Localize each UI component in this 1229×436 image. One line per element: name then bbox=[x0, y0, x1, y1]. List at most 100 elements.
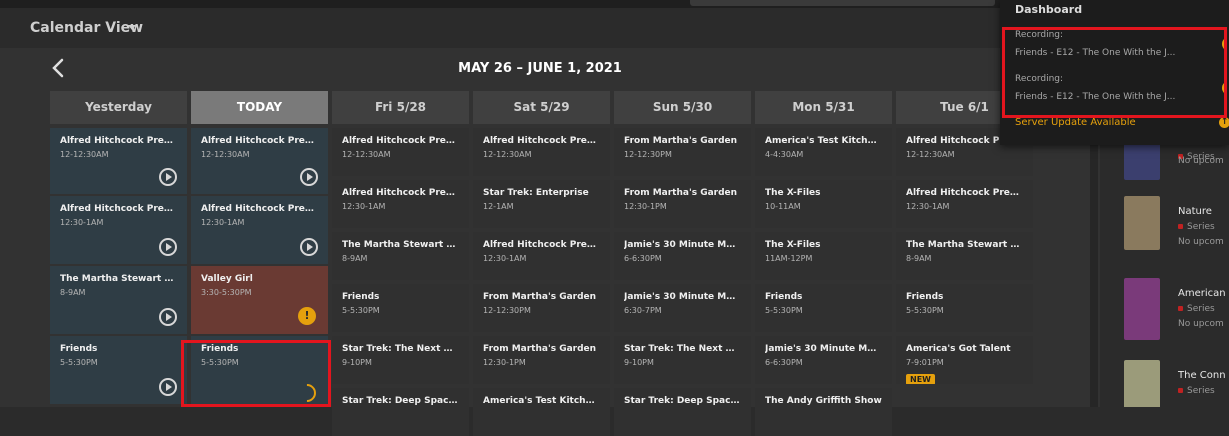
arrow-up-icon[interactable]: ↑ bbox=[1219, 117, 1229, 128]
program-title: From Martha's Garden bbox=[624, 188, 738, 198]
program-title: Alfred Hitchcock Presen... bbox=[342, 136, 459, 146]
day-header: Sat 5/29 bbox=[473, 91, 610, 124]
program-time: 6-6:30PM bbox=[624, 254, 662, 263]
program-cell[interactable]: Alfred Hitchcock Presen... 12:30-1AM bbox=[191, 196, 328, 264]
program-title: Jamie's 30 Minute Meals bbox=[624, 240, 741, 250]
program-cell[interactable]: America's Test Kitchen ... 4-4:30AM bbox=[755, 128, 892, 176]
search-bar[interactable] bbox=[690, 0, 995, 6]
poster-thumbnail bbox=[1124, 360, 1160, 407]
program-cell[interactable]: Star Trek: The Next Gen... 9-10PM bbox=[332, 336, 469, 384]
view-selector[interactable]: Calendar View bbox=[30, 20, 143, 36]
program-title: The Martha Stewart Sh... bbox=[342, 240, 459, 250]
program-cell[interactable]: America's Test Kitchen ... bbox=[473, 388, 610, 436]
list-item[interactable]: American Series No upcom bbox=[1104, 278, 1229, 358]
chevron-left-icon[interactable] bbox=[50, 58, 66, 78]
play-icon[interactable] bbox=[159, 238, 177, 256]
play-icon[interactable] bbox=[300, 168, 318, 186]
chevron-down-icon[interactable] bbox=[128, 25, 136, 30]
program-cell[interactable]: Friends 5-5:30PM bbox=[332, 284, 469, 332]
program-time: 12:30-1AM bbox=[483, 254, 527, 263]
program-time: 12:30-1PM bbox=[483, 358, 526, 367]
program-time: 12-12:30AM bbox=[60, 150, 109, 159]
program-title: America's Got Talent bbox=[906, 344, 1011, 354]
program-title: Alfred Hitchcock Presen... bbox=[201, 136, 318, 146]
program-cell[interactable]: America's Got Talent 7-9:01PM NEW bbox=[896, 336, 1033, 384]
program-time: 12-12:30AM bbox=[483, 150, 532, 159]
program-cell[interactable]: Alfred Hitchcock Presen... 12-12:30AM bbox=[473, 128, 610, 176]
program-time: 12-1AM bbox=[483, 202, 514, 211]
program-cell[interactable]: Alfred Hitchcock Presen... 12-12:30AM bbox=[50, 128, 187, 194]
item-type: Series bbox=[1178, 386, 1215, 396]
program-title: Friends bbox=[60, 344, 98, 354]
program-time: 12:30-1AM bbox=[60, 218, 104, 227]
program-cell[interactable]: Star Trek: Enterprise 12-1AM bbox=[473, 180, 610, 228]
program-title: Alfred Hitchcock Presen... bbox=[483, 240, 600, 250]
program-time: 12-12:30AM bbox=[201, 150, 250, 159]
program-cell[interactable]: Alfred Hitchcock Presen... 12:30-1AM bbox=[473, 232, 610, 280]
program-cell[interactable]: Friends 5-5:30PM bbox=[896, 284, 1033, 332]
program-cell[interactable]: Star Trek: The Next Gen... 9-10PM bbox=[614, 336, 751, 384]
program-cell[interactable]: Star Trek: Deep Space N... bbox=[332, 388, 469, 436]
program-time: 9-10PM bbox=[342, 358, 372, 367]
program-cell[interactable]: The Martha Stewart Sh... 8-9AM bbox=[896, 232, 1033, 280]
program-time: 9-10PM bbox=[624, 358, 654, 367]
program-cell[interactable]: Alfred Hitchcock Presen... 12-12:30AM bbox=[191, 128, 328, 194]
program-cell[interactable]: Jamie's 30 Minute Meals 6:30-7PM bbox=[614, 284, 751, 332]
program-cell[interactable]: The X-Files 11AM-12PM bbox=[755, 232, 892, 280]
program-cell[interactable]: Star Trek: Deep Space N... bbox=[614, 388, 751, 436]
program-time: 8-9AM bbox=[342, 254, 368, 263]
program-title: Alfred Hitchcock Presen... bbox=[201, 204, 318, 214]
program-time: 11AM-12PM bbox=[765, 254, 813, 263]
program-cell[interactable]: Alfred Hitchcock Presen... 12-12:30AM bbox=[332, 128, 469, 176]
program-cell[interactable]: The X-Files 10-11AM bbox=[755, 180, 892, 228]
day-header: Sun 5/30 bbox=[614, 91, 751, 124]
program-title: Friends bbox=[906, 292, 944, 302]
list-item[interactable]: The Conn Series bbox=[1104, 360, 1229, 407]
program-cell[interactable]: From Martha's Garden 12:30-1PM bbox=[614, 180, 751, 228]
program-title: Star Trek: Deep Space N... bbox=[342, 396, 459, 406]
program-time: 12-12:30PM bbox=[483, 306, 531, 315]
program-time: 12-12:30AM bbox=[906, 150, 955, 159]
program-cell[interactable]: Jamie's 30 Minute Meals 6-6:30PM bbox=[755, 336, 892, 384]
new-badge: NEW bbox=[906, 374, 935, 384]
program-cell[interactable]: The Andy Griffith Show bbox=[755, 388, 892, 436]
program-cell[interactable]: The Martha Stewart Sh... 8-9AM bbox=[50, 266, 187, 334]
program-cell[interactable]: Jamie's 30 Minute Meals 6-6:30PM bbox=[614, 232, 751, 280]
program-title: Star Trek: The Next Gen... bbox=[624, 344, 741, 354]
program-time: 6-6:30PM bbox=[765, 358, 803, 367]
program-time: 12:30-1AM bbox=[906, 202, 950, 211]
program-cell[interactable]: Alfred Hitchcock Presen... 12:30-1AM bbox=[50, 196, 187, 264]
program-title: From Martha's Garden bbox=[483, 344, 597, 354]
play-icon[interactable] bbox=[159, 378, 177, 396]
item-status: No upcom bbox=[1178, 156, 1224, 166]
day-header: TODAY bbox=[191, 91, 328, 124]
server-update-link[interactable]: Server Update Available bbox=[1015, 117, 1136, 128]
program-time: 5-5:30PM bbox=[60, 358, 98, 367]
play-icon[interactable] bbox=[300, 238, 318, 256]
program-time: 5-5:30PM bbox=[342, 306, 380, 315]
day-header: Fri 5/28 bbox=[332, 91, 469, 124]
program-title: From Martha's Garden bbox=[483, 292, 597, 302]
program-cell[interactable]: The Martha Stewart Sh... 8-9AM bbox=[332, 232, 469, 280]
program-cell[interactable]: Valley Girl 3:30-5:30PM! bbox=[191, 266, 328, 334]
program-title: Star Trek: The Next Gen... bbox=[342, 344, 459, 354]
day-header: Yesterday bbox=[50, 91, 187, 124]
program-cell[interactable]: Alfred Hitchcock Presen... 12:30-1AM bbox=[896, 180, 1033, 228]
program-cell[interactable]: Friends 5-5:30PM bbox=[755, 284, 892, 332]
record-icon bbox=[1178, 388, 1183, 393]
program-cell[interactable]: Alfred Hitchcock Presen... 12:30-1AM bbox=[332, 180, 469, 228]
program-title: The Martha Stewart Sh... bbox=[60, 274, 177, 284]
warning-icon[interactable]: ! bbox=[298, 307, 316, 325]
program-cell[interactable]: Friends 5-5:30PM bbox=[50, 336, 187, 404]
program-cell[interactable]: From Martha's Garden 12-12:30PM bbox=[473, 284, 610, 332]
play-icon[interactable] bbox=[159, 308, 177, 326]
program-cell[interactable]: From Martha's Garden 12:30-1PM bbox=[473, 336, 610, 384]
program-cell[interactable]: From Martha's Garden 12-12:30PM bbox=[614, 128, 751, 176]
dropdown-title[interactable]: Dashboard bbox=[1015, 3, 1082, 16]
record-icon bbox=[1178, 306, 1183, 311]
program-time: 4-4:30AM bbox=[765, 150, 804, 159]
play-icon[interactable] bbox=[159, 168, 177, 186]
list-item[interactable]: Nature Series No upcom bbox=[1104, 196, 1229, 276]
program-title: Alfred Hitchcock Presen... bbox=[483, 136, 600, 146]
program-time: 7-9:01PM bbox=[906, 358, 944, 367]
